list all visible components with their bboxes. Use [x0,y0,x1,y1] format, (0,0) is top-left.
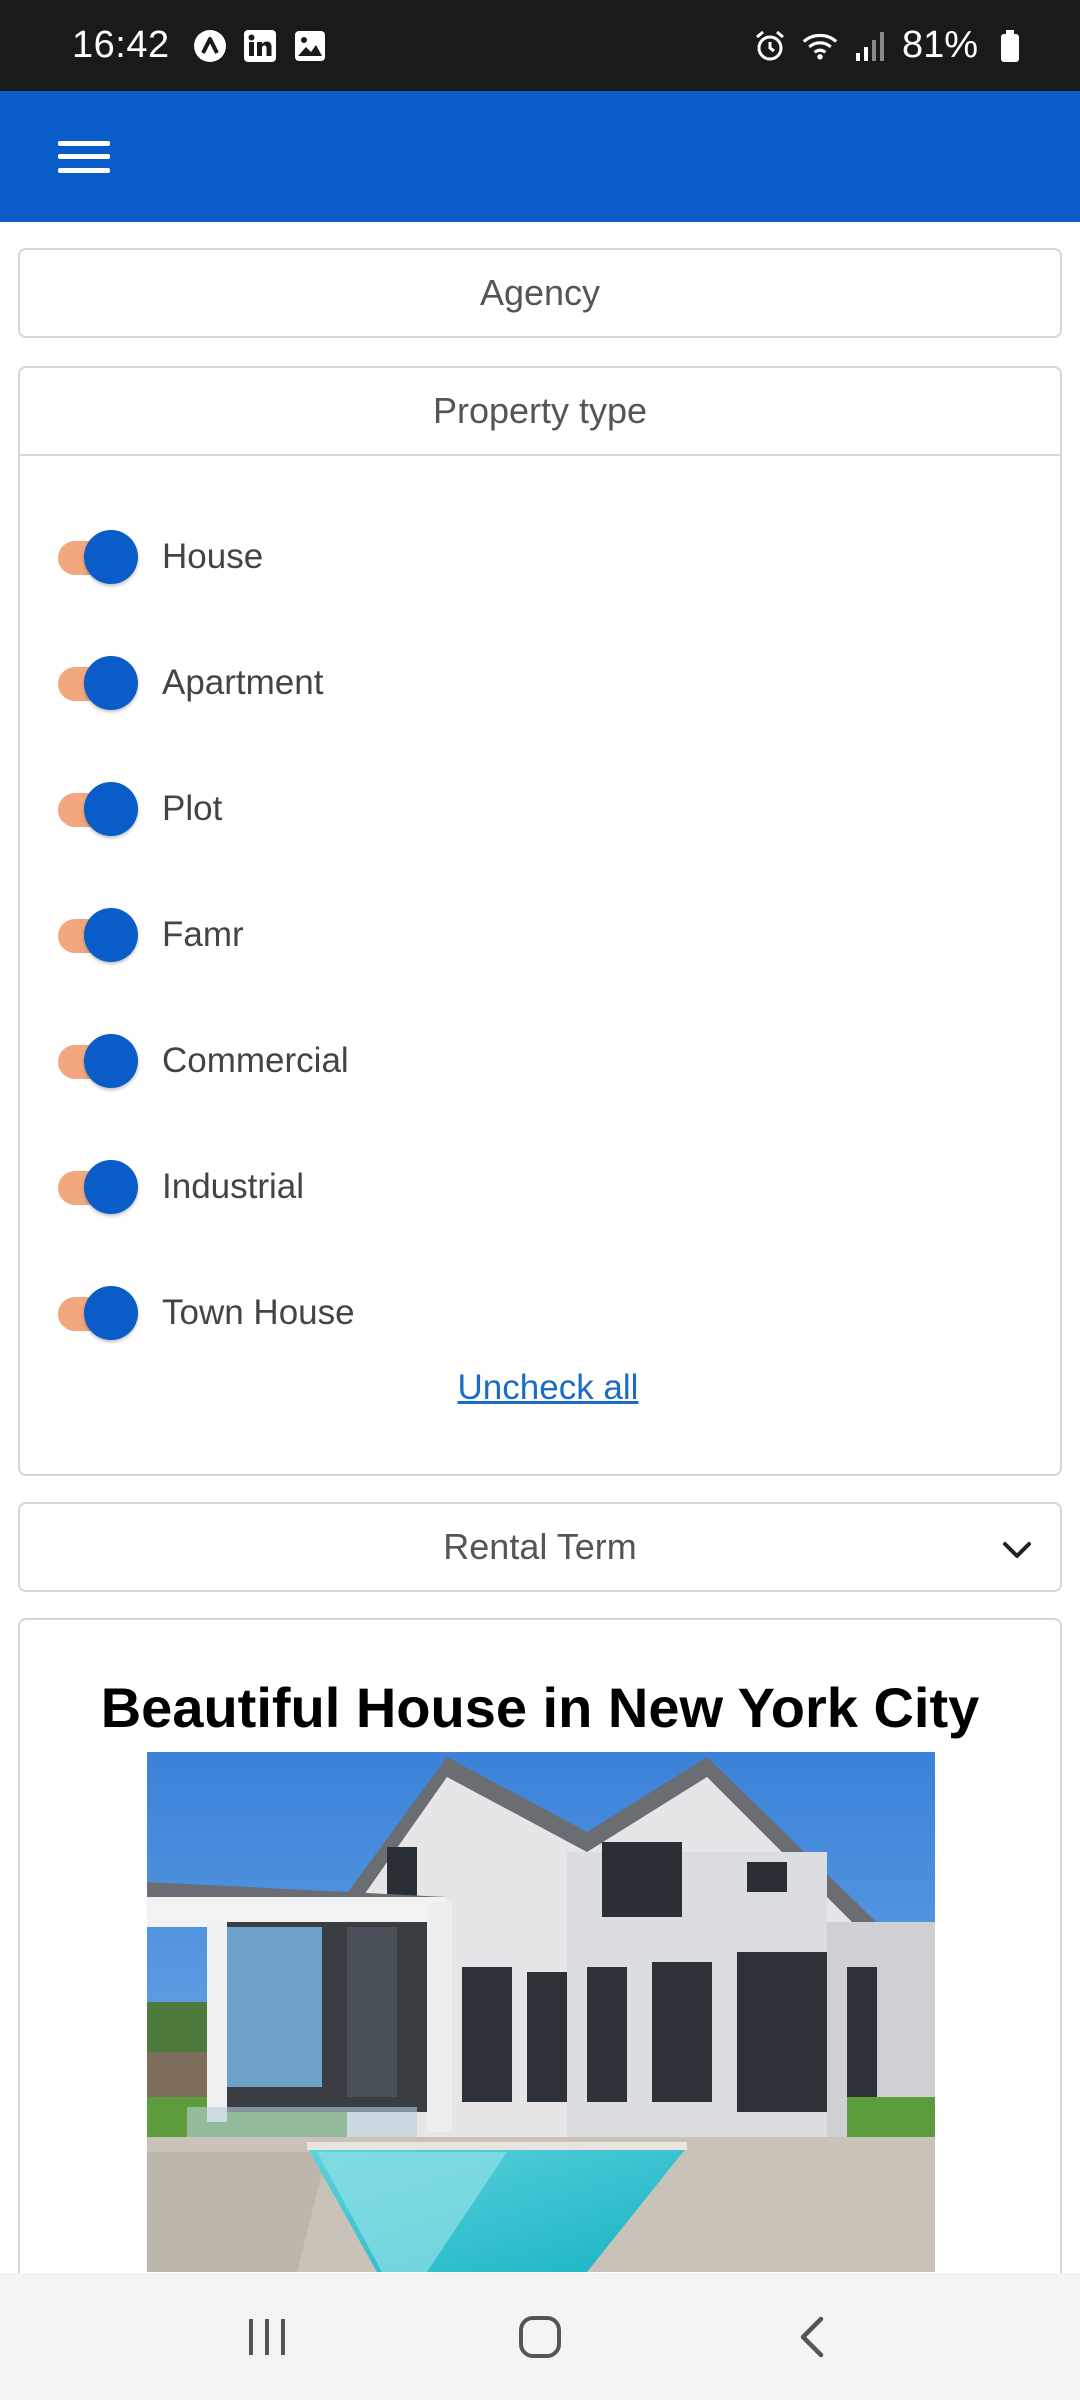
a-icon [192,28,228,64]
toggle-switch[interactable] [56,1157,140,1217]
house-with-pool-photo[interactable] [147,1752,935,2272]
toggle-label: Industrial [162,1167,305,1206]
battery-percent: 81% [901,24,978,66]
alarm-icon [752,28,788,64]
back-icon[interactable] [768,2302,858,2372]
property-type-apartment[interactable]: Apartment [20,620,1060,746]
listing-card[interactable]: Beautiful House in New York City [18,1618,1062,2378]
property-type-house[interactable]: House [20,494,1060,620]
home-icon[interactable] [495,2302,585,2372]
linkedin-icon [242,28,278,64]
toggle-switch[interactable] [56,527,140,587]
toggle-label: Plot [162,789,223,828]
app-bar [0,91,1080,222]
rental-term-label: Rental Term [443,1526,637,1567]
toggle-switch[interactable] [56,905,140,965]
signal-icon [852,28,888,64]
toggle-label: Town House [162,1293,355,1332]
recent-apps-icon[interactable] [222,2302,312,2372]
battery-icon [992,28,1028,64]
property-type-famr[interactable]: Famr [20,872,1060,998]
filter-content: Agency Property type House Apartment Plo… [18,222,1062,2378]
property-type-industrial[interactable]: Industrial [20,1124,1060,1250]
property-type-town-house[interactable]: Town House [20,1250,1060,1376]
toggle-label: House [162,537,264,576]
toggle-label: Apartment [162,663,324,702]
uncheck-all-wrap: Uncheck all [20,1368,1060,1408]
rental-term-filter[interactable]: Rental Term [18,1502,1062,1592]
status-bar: 16:42 81% [0,0,1080,91]
uncheck-all-link[interactable]: Uncheck all [458,1368,639,1407]
toggle-label: Famr [162,915,244,954]
hamburger-menu-icon[interactable] [58,137,110,177]
status-time: 16:42 [72,24,170,66]
toggle-label: Commercial [162,1041,349,1080]
chevron-down-icon[interactable] [1000,1532,1034,1562]
listing-title[interactable]: Beautiful House in New York City [20,1620,1060,1752]
toggle-switch[interactable] [56,653,140,713]
status-right: 81% [752,24,1028,67]
property-type-filter: Property type House Apartment Plot Famr … [18,366,1062,1476]
property-type-list: House Apartment Plot Famr Commercial Ind… [20,456,1060,1376]
system-nav-bar [0,2273,1080,2400]
status-left: 16:42 [72,24,328,67]
agency-filter[interactable]: Agency [18,248,1062,338]
wifi-icon [802,28,838,64]
rental-term-header[interactable]: Rental Term [20,1504,1060,1590]
gallery-icon [292,28,328,64]
toggle-switch[interactable] [56,779,140,839]
property-type-header[interactable]: Property type [20,368,1060,456]
property-type-commercial[interactable]: Commercial [20,998,1060,1124]
toggle-switch[interactable] [56,1031,140,1091]
toggle-switch[interactable] [56,1283,140,1343]
agency-header[interactable]: Agency [20,250,1060,336]
property-type-plot[interactable]: Plot [20,746,1060,872]
